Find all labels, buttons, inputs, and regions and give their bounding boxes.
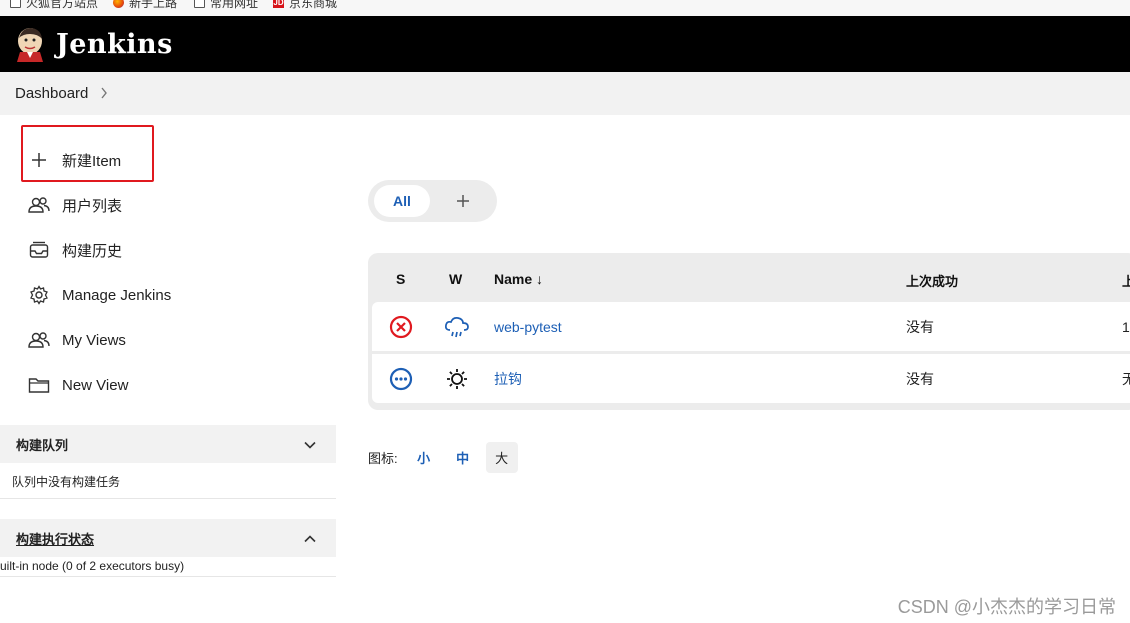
icon-size-medium[interactable]: 中 [447, 442, 479, 473]
executor-status-title[interactable]: 构建执行状态 [16, 529, 94, 548]
sidebar-item-manage-jenkins[interactable]: Manage Jenkins [28, 281, 171, 309]
add-view-plus-icon[interactable] [452, 190, 474, 212]
brand-name[interactable]: Jenkins [56, 29, 173, 60]
sidebar-item-my-views[interactable]: My Views [28, 326, 126, 354]
next-column-cell: 无 [1122, 370, 1130, 387]
bookmark-item[interactable]: 常用网址 [194, 0, 258, 10]
view-tabs: All [368, 180, 497, 222]
table-row: 拉钩 没有 无 [372, 354, 1130, 403]
build-queue-title: 构建队列 [16, 437, 69, 453]
status-failed-icon [389, 302, 413, 351]
tab-all[interactable]: All [374, 185, 430, 217]
page-header: Jenkins [0, 16, 1130, 72]
people-icon [28, 194, 50, 216]
job-name-cell: web-pytest [494, 302, 562, 351]
column-header-last-success[interactable]: 上次成功 [906, 271, 958, 290]
sidebar-item-label: Manage Jenkins [62, 286, 172, 304]
icon-size-selector: 图标: 小 中 大 [368, 442, 518, 473]
breadcrumb: Dashboard [0, 72, 1130, 115]
plus-icon [28, 149, 50, 171]
bookmarks-bar: 火狐官方站点 新手上路 常用网址 JD 京东商城 [0, 0, 1130, 16]
column-header-status[interactable]: S [396, 271, 405, 287]
last-success-cell: 没有 [906, 318, 934, 335]
gear-icon [28, 284, 50, 306]
bookmark-item[interactable]: 火狐官方站点 [10, 0, 98, 10]
executor-status-body: uilt-in node (0 of 2 executors busy) [0, 557, 336, 577]
bookmark-item[interactable]: 新手上路 [113, 0, 177, 10]
icon-size-small[interactable]: 小 [408, 442, 440, 473]
sidebar-item-build-history[interactable]: 构建历史 [28, 236, 122, 264]
chevron-down-icon[interactable] [304, 437, 316, 452]
executor-node-text[interactable]: uilt-in node (0 of 2 executors busy) [0, 559, 184, 573]
sidebar-item-label: My Views [62, 331, 126, 349]
column-header-name[interactable]: Name ↓ [494, 271, 543, 287]
jenkins-logo-icon[interactable] [14, 26, 46, 62]
status-not-built-icon [389, 354, 413, 403]
executor-status-header[interactable]: 构建执行状态 [0, 519, 336, 557]
job-link-lagou[interactable]: 拉钩 [494, 369, 522, 389]
table-row: web-pytest 没有 1 [372, 302, 1130, 351]
chevron-right-icon[interactable] [100, 86, 108, 102]
next-column-cell: 1 [1122, 318, 1130, 335]
sidebar-item-label: 用户列表 [62, 197, 123, 215]
column-header-next[interactable]: 上 [1122, 271, 1130, 290]
build-queue-empty-text: 队列中没有构建任务 [12, 475, 121, 489]
sidebar-item-users[interactable]: 用户列表 [28, 191, 122, 219]
csdn-watermark: CSDN @小杰杰的学习日常 [897, 597, 1116, 617]
firefox-icon [113, 0, 124, 8]
sidebar-item-label: 构建历史 [62, 242, 123, 260]
chevron-up-icon[interactable] [304, 531, 316, 546]
column-header-weather[interactable]: W [449, 271, 462, 287]
jobs-table: S W Name ↓ 上次成功 上 web-pytest 没有 1 拉钩 没有 … [368, 253, 1130, 410]
last-success-cell: 没有 [906, 370, 934, 387]
job-link-web-pytest[interactable]: web-pytest [494, 319, 562, 335]
breadcrumb-dashboard[interactable]: Dashboard [15, 85, 88, 102]
folder-icon [28, 374, 50, 396]
jd-icon: JD [273, 0, 284, 8]
sidebar-item-new-item[interactable]: 新建Item [28, 146, 121, 174]
people-icon [28, 329, 50, 351]
sidebar-item-label: 新建Item [62, 152, 122, 170]
folder-icon [10, 0, 21, 8]
sidebar-item-new-view[interactable]: New View [28, 371, 128, 399]
job-name-cell: 拉钩 [494, 354, 522, 403]
sidebar-item-label: New View [62, 376, 129, 394]
icon-size-label: 图标: [368, 451, 398, 466]
weather-sunny-icon [445, 354, 469, 403]
build-queue-body: 队列中没有构建任务 [0, 463, 336, 499]
build-queue-header[interactable]: 构建队列 [0, 425, 336, 463]
weather-rain-icon [444, 302, 470, 351]
icon-size-large[interactable]: 大 [485, 442, 518, 473]
inbox-icon [28, 239, 50, 261]
folder-icon [194, 0, 205, 8]
bookmark-item[interactable]: JD 京东商城 [273, 0, 337, 10]
